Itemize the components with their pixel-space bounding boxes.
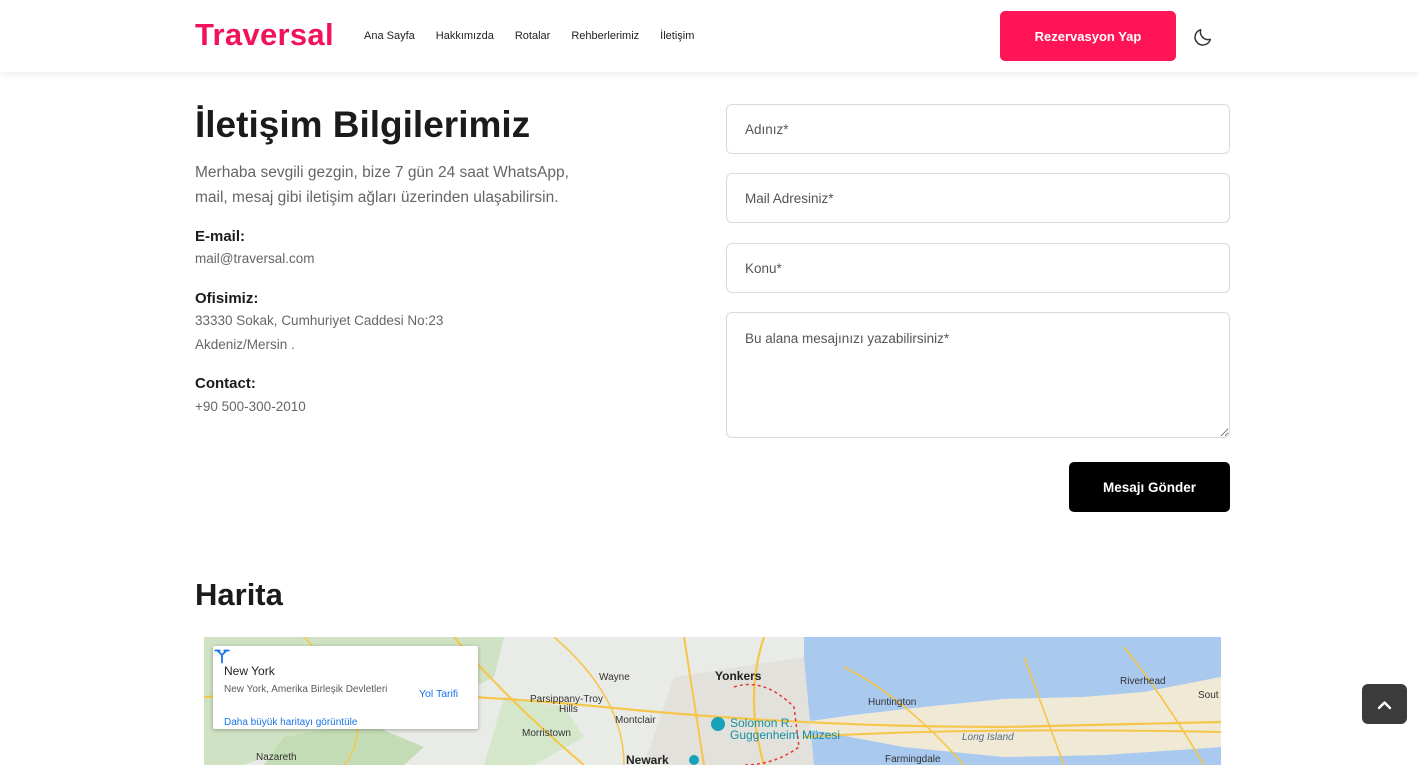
site-logo[interactable]: Traversal [195, 17, 334, 53]
directions-link[interactable]: Yol Tarifi [419, 688, 458, 700]
email-label: E-mail: [195, 228, 246, 245]
office-address-line1: 33330 Sokak, Cumhuriyet Caddesi No:23 [195, 313, 444, 328]
larger-map-link[interactable]: Daha büyük haritayı görüntüle [224, 717, 357, 728]
name-input[interactable] [726, 104, 1230, 154]
phone-label: Contact: [195, 375, 256, 392]
map-label-yonkers: Yonkers [715, 669, 762, 683]
map-title: Harita [195, 577, 283, 612]
nav-home[interactable]: Ana Sayfa [364, 30, 415, 42]
nav-guides[interactable]: Rehberlerimiz [571, 30, 639, 42]
subject-input[interactable] [726, 243, 1230, 293]
map-label-long-island: Long Island [962, 732, 1014, 743]
embedded-map[interactable]: Yonkers Wayne Parsippany-Troy Hills Mont… [204, 637, 1221, 765]
map-label-morristown: Morristown [522, 728, 571, 739]
directions-icon[interactable] [213, 646, 231, 664]
map-label-huntington: Huntington [868, 697, 917, 708]
site-header: Traversal Ana Sayfa Hakkımızda Rotalar R… [0, 0, 1419, 72]
message-textarea[interactable] [726, 312, 1230, 438]
contact-title: İletişim Bilgilerimiz [195, 104, 531, 145]
main-nav: Ana Sayfa Hakkımızda Rotalar Rehberlerim… [364, 30, 715, 42]
map-label-farmingdale: Farmingdale [885, 754, 941, 765]
map-info-card: New York New York, Amerika Birleşik Devl… [213, 646, 478, 729]
nav-contact[interactable]: İletişim [660, 30, 694, 42]
map-label-wayne: Wayne [599, 672, 630, 683]
map-label-riverhead: Riverhead [1120, 676, 1166, 687]
map-label-nazareth: Nazareth [256, 752, 297, 763]
map-label-south: Sout [1198, 690, 1219, 701]
send-message-button[interactable]: Mesajı Gönder [1069, 462, 1230, 512]
email-input[interactable] [726, 173, 1230, 223]
office-label: Ofisimiz: [195, 290, 259, 307]
map-label-newark: Newark [626, 753, 669, 765]
nav-routes[interactable]: Rotalar [515, 30, 550, 42]
map-place-title: New York [224, 664, 275, 678]
phone-value[interactable]: +90 500-300-2010 [195, 395, 306, 419]
reservation-button[interactable]: Rezervasyon Yap [1000, 11, 1176, 61]
moon-icon[interactable] [1192, 26, 1214, 48]
map-label-guggenheim-2: Guggenheim Müzesi [730, 728, 841, 742]
map-place-subtitle: New York, Amerika Birleşik Devletleri [224, 684, 388, 695]
scroll-to-top-button[interactable] [1362, 684, 1407, 724]
contact-intro: Merhaba sevgili gezgin, bize 7 gün 24 sa… [195, 164, 569, 206]
chevron-up-icon [1377, 701, 1392, 710]
map-label-montclair: Montclair [615, 715, 656, 726]
map-label-hills: Hills [559, 704, 578, 715]
nav-about[interactable]: Hakkımızda [436, 30, 494, 42]
office-address-line2: Akdeniz/Mersin . [195, 337, 295, 352]
email-value[interactable]: mail@traversal.com [195, 247, 314, 271]
